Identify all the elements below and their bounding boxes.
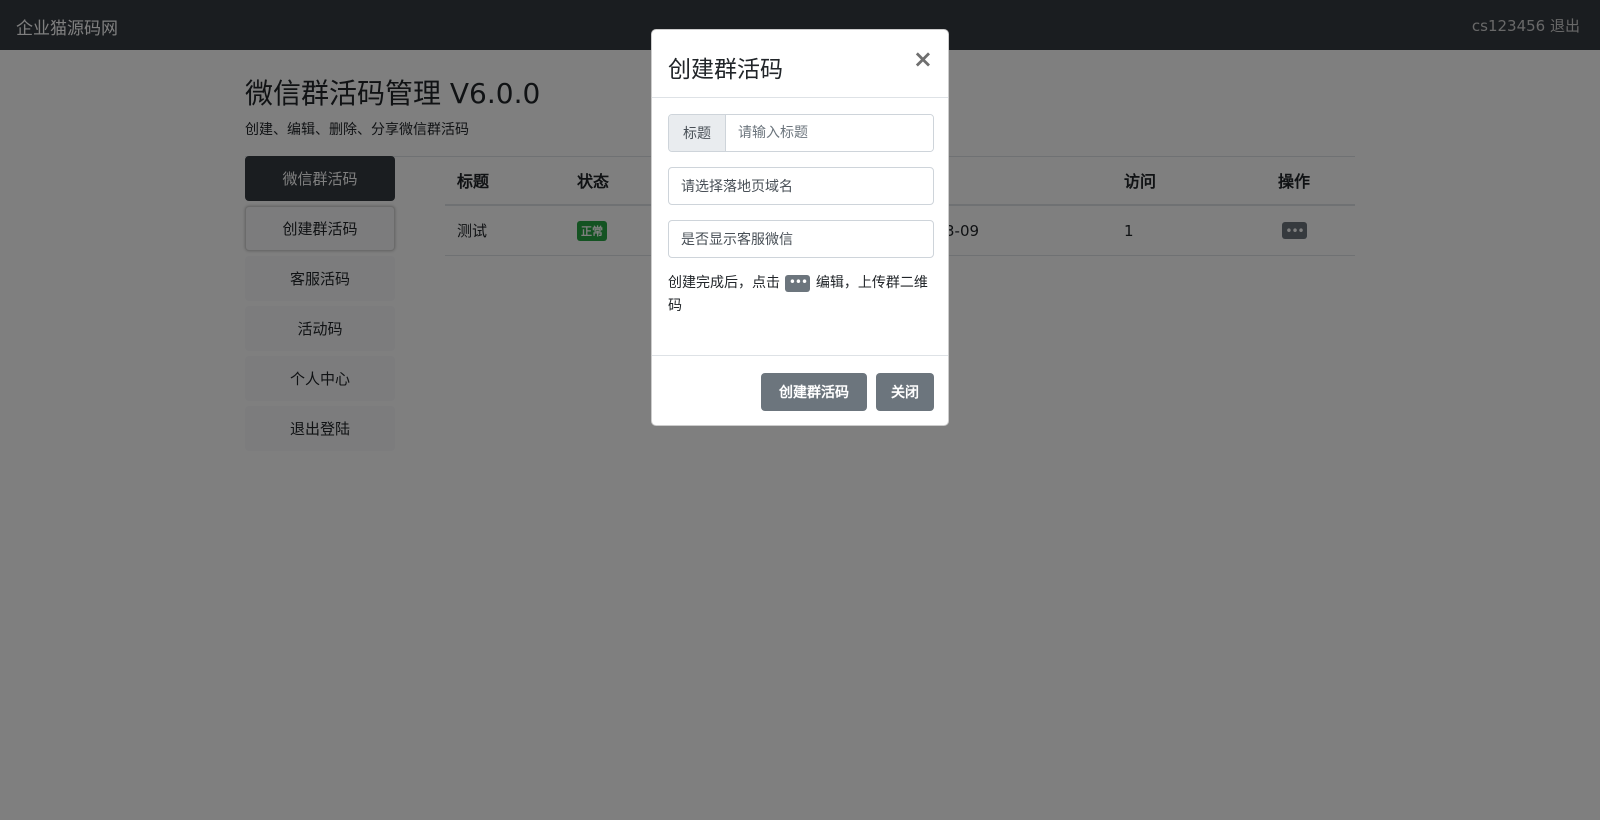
title-input-group: 标题	[668, 114, 934, 152]
title-input[interactable]	[726, 115, 933, 151]
hint-text-before: 创建完成后，点击	[668, 275, 780, 291]
kefu-display-select[interactable]: 是否显示客服微信	[668, 220, 934, 258]
modal-header: 创建群活码 ×	[652, 30, 948, 98]
title-input-label: 标题	[669, 115, 726, 151]
kefu-select-value: 是否显示客服微信	[681, 232, 793, 248]
create-group-code-button[interactable]: 创建群活码	[761, 373, 867, 411]
create-group-code-modal: 创建群活码 × 标题 请选择落地页域名 是否显示客服微信 创建完成后，点击 ••…	[651, 29, 949, 426]
domain-select-value: 请选择落地页域名	[681, 179, 793, 195]
modal-footer: 创建群活码 关闭	[652, 355, 948, 427]
domain-select[interactable]: 请选择落地页域名	[668, 167, 934, 205]
modal-title: 创建群活码	[668, 57, 783, 83]
create-hint-text: 创建完成后，点击 ••• 编辑，上传群二维码	[668, 272, 934, 318]
close-modal-button[interactable]: 关闭	[876, 373, 934, 411]
more-dots-icon: •••	[785, 274, 811, 292]
close-icon[interactable]: ×	[913, 47, 933, 71]
